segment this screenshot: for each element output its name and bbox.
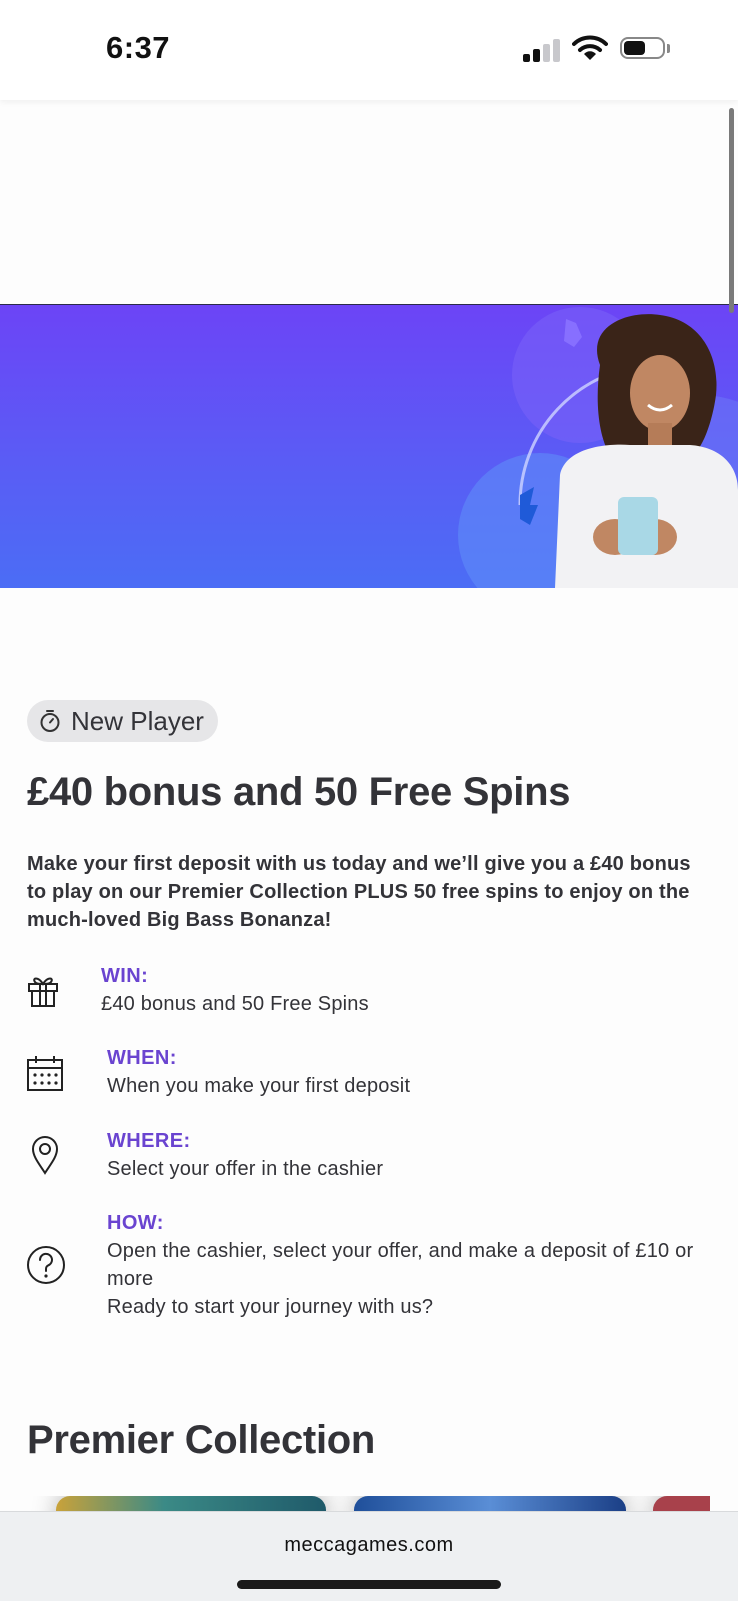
detail-value: £40 bonus and 50 Free Spins [101, 993, 369, 1015]
promo-banner [0, 304, 738, 588]
detail-label: HOW: [107, 1212, 164, 1234]
scrollbar[interactable] [729, 108, 734, 313]
detail-label: WIN: [101, 965, 149, 987]
detail-value: When you make your first deposit [107, 1075, 411, 1097]
battery-icon [620, 37, 670, 61]
promo-description: Make your first deposit with us today an… [27, 853, 691, 931]
home-indicator[interactable] [237, 1580, 501, 1589]
detail-label: WHERE: [107, 1130, 191, 1152]
detail-value-secondary: Ready to start your journey with us? [107, 1296, 434, 1318]
detail-value: Open the cashier, select your offer, and… [107, 1240, 694, 1290]
detail-how-text: HOW: Open the cashier, select your offer… [107, 1209, 717, 1321]
detail-where-text: WHERE: Select your offer in the cashier [107, 1127, 383, 1183]
stopwatch-icon [39, 709, 61, 733]
new-player-badge: New Player [27, 700, 218, 742]
section-title-premier-collection: Premier Collection [27, 1418, 376, 1462]
gift-icon [26, 974, 60, 1013]
cellular-signal-icon [523, 38, 563, 62]
wifi-icon [572, 34, 608, 67]
detail-when-text: WHEN: When you make your first deposit [107, 1044, 410, 1100]
calendar-icon [26, 1054, 64, 1097]
detail-win-text: WIN: £40 bonus and 50 Free Spins [101, 962, 369, 1018]
promo-title: £40 bonus and 50 Free Spins [27, 770, 571, 814]
detail-label: WHEN: [107, 1047, 177, 1069]
question-circle-icon [26, 1245, 66, 1290]
status-bar: 6:37 [0, 0, 738, 100]
location-pin-icon [31, 1135, 59, 1180]
status-time: 6:37 [106, 30, 171, 65]
url-text[interactable]: meccagames.com [0, 1534, 738, 1557]
detail-value: Select your offer in the cashier [107, 1158, 384, 1180]
badge-label: New Player [71, 705, 204, 736]
banner-artwork [458, 307, 738, 588]
